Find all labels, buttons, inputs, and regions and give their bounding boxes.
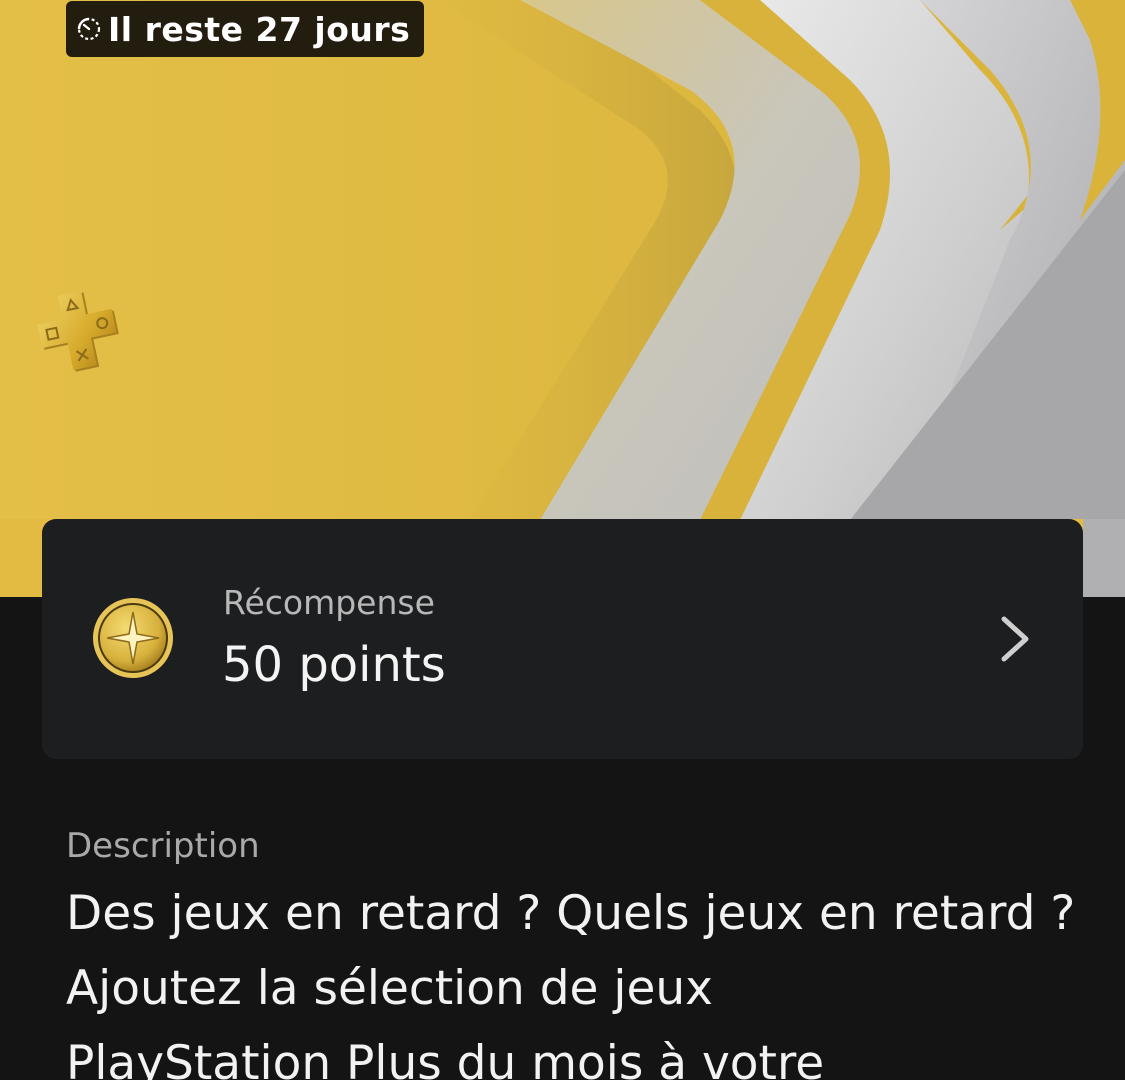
description-heading: Description bbox=[66, 826, 260, 866]
challenge-detail-page: Il reste 27 jours Récompense 50 points D… bbox=[0, 0, 1125, 1080]
gold-star-coin-icon bbox=[93, 598, 173, 678]
time-remaining-badge: Il reste 27 jours bbox=[66, 1, 425, 57]
description-body: Des jeux en retard ? Quels jeux en retar… bbox=[66, 886, 1076, 1080]
reward-card[interactable]: Récompense 50 points bbox=[42, 519, 1083, 759]
reward-points-value: 50 points bbox=[222, 637, 446, 693]
hero-banner: Il reste 27 jours bbox=[0, 0, 1125, 597]
hero-background-art bbox=[0, 0, 1125, 597]
time-remaining-text: Il reste 27 jours bbox=[108, 9, 411, 49]
reward-label: Récompense bbox=[223, 583, 435, 622]
playstation-plus-logo bbox=[37, 290, 119, 372]
chevron-right-icon[interactable] bbox=[994, 615, 1034, 663]
timer-icon bbox=[77, 17, 101, 41]
